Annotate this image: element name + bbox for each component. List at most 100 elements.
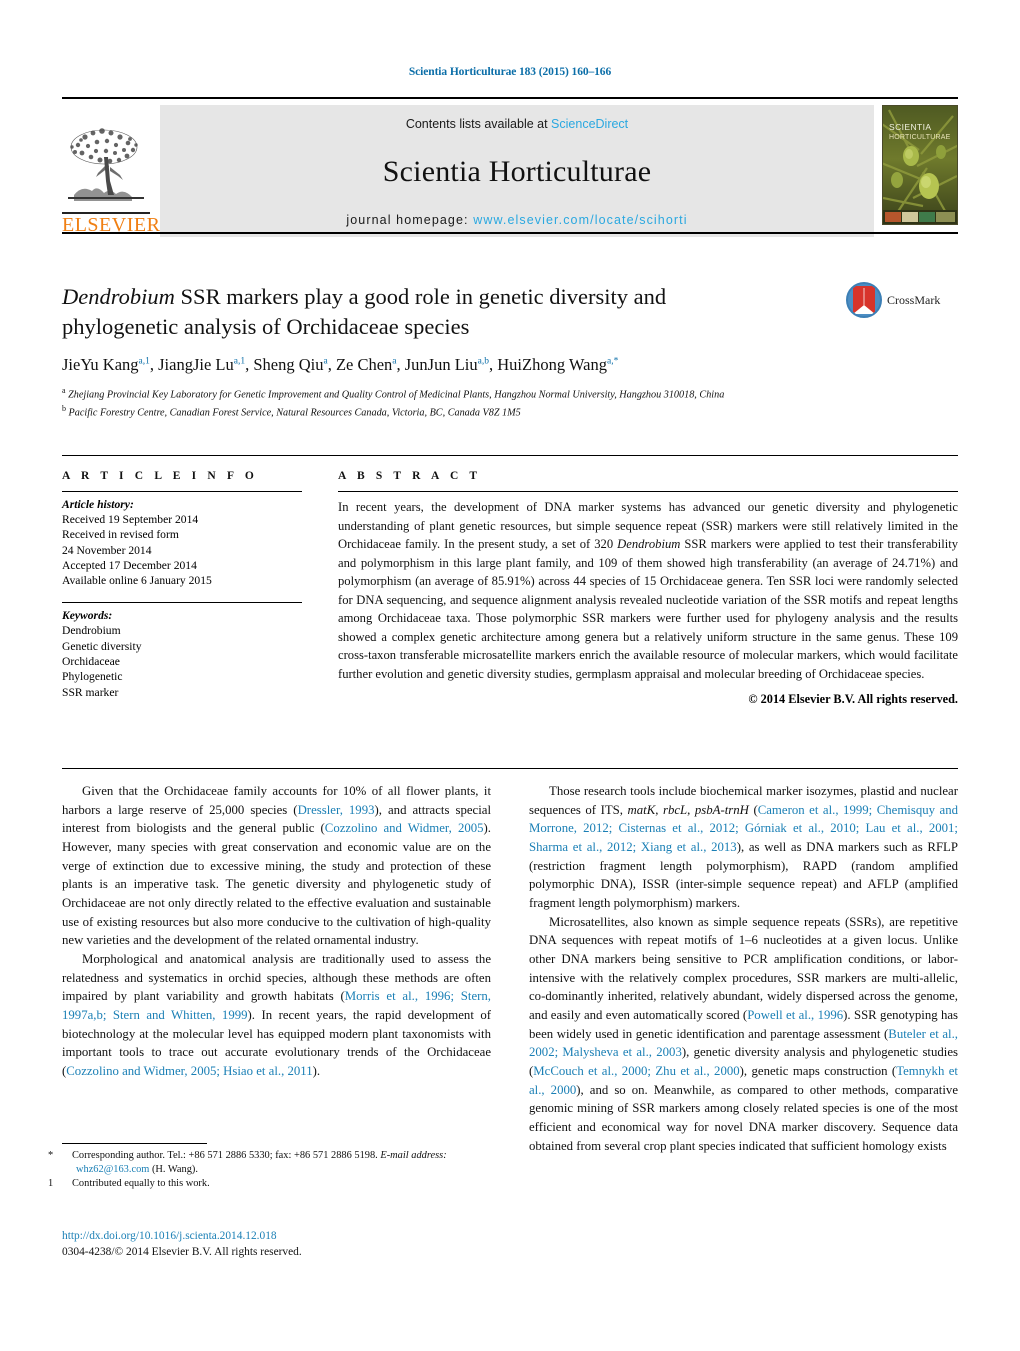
affiliation-a: a Zhejiang Provincial Key Laboratory for… [62, 385, 958, 403]
gene-name-italic: psbA-trnH [694, 802, 749, 817]
affiliations: a Zhejiang Provincial Key Laboratory for… [62, 385, 958, 421]
abstract-column: A B S T R A C T In recent years, the dev… [302, 470, 958, 707]
history-line: Available online 6 January 2015 [62, 574, 212, 588]
keywords-block: Keywords: Dendrobium Genetic diversity O… [62, 602, 302, 699]
body-text: , [655, 802, 663, 817]
crossmark-label: CrossMark [887, 292, 941, 307]
journal-title: Scientia Horticulturae [382, 155, 652, 188]
author-name: HuiZhong Wang [497, 355, 607, 375]
body-text: , [687, 802, 695, 817]
journal-masthead: ELSEVIER Contents lists available at Sci… [62, 97, 958, 237]
author-list: JieYu Kanga,1, JiangJie Lua,1, Sheng Qiu… [62, 355, 619, 375]
affiliation-mark: a [62, 385, 66, 395]
body-text: ). However, many species with great cons… [62, 821, 492, 948]
citation-link[interactable]: Cozzolino and Widmer, 2005; Hsiao et al.… [66, 1064, 312, 1078]
citation-link[interactable]: Powell et al., 1996 [747, 1008, 843, 1022]
author-item: JieYu Kanga,1 [62, 355, 150, 374]
body-column-right: Those research tools include biochemical… [529, 782, 958, 1155]
body-column-left: Given that the Orchidaceae family accoun… [62, 782, 491, 1155]
abstract-italic-term: Dendrobium [617, 537, 681, 551]
author-marks: a,* [606, 356, 619, 367]
body-columns: Given that the Orchidaceae family accoun… [62, 782, 958, 1155]
title-genus-italic: Dendrobium [62, 284, 175, 309]
article-info-rule [62, 491, 302, 492]
homepage-url-link[interactable]: www.elsevier.com/locate/scihorti [473, 213, 687, 227]
author-marks: a,1 [233, 356, 246, 367]
masthead-bottom-rule [62, 232, 958, 234]
history-line: Accepted 17 December 2014 [62, 558, 197, 572]
history-line: 24 November 2014 [62, 543, 152, 557]
info-abstract-section: A R T I C L E I N F O Article history: R… [62, 470, 958, 707]
author-item: Sheng Qiua [253, 355, 327, 374]
author-name: Ze Chen [335, 355, 393, 375]
elsevier-tree-icon [68, 128, 144, 201]
contents-prefix: Contents lists available at [405, 117, 552, 131]
gene-name-italic: rbcL [662, 802, 688, 817]
footnote-mark: 1 [48, 1178, 54, 1190]
issn-copyright: 0304-4238/© 2014 Elsevier B.V. All right… [62, 1245, 302, 1258]
author-item: JiangJie Lua,1 [158, 355, 245, 374]
history-line: Received in revised form [62, 528, 179, 542]
crossmark-badge[interactable]: CrossMark [846, 282, 958, 318]
author-name: JunJun Liu [404, 355, 478, 375]
keyword-item: SSR marker [62, 685, 119, 699]
page-title: Dendrobium SSR markers play a good role … [62, 282, 762, 341]
article-info-column: A R T I C L E I N F O Article history: R… [62, 470, 302, 707]
body-text: ), genetic maps construction ( [739, 1064, 897, 1079]
citation-link[interactable]: McCouch et al., 2000; Zhu et al., 2000 [533, 1064, 739, 1078]
keywords-rule [62, 602, 302, 604]
journal-cover-image: SCIENTIA HORTICULTURAE [883, 106, 957, 224]
author-name: JieYu Kang [62, 355, 139, 375]
abstract-heading: A B S T R A C T [338, 470, 482, 482]
citation-link[interactable]: Dressler, 1993 [298, 803, 375, 817]
journal-cover-thumbnail: SCIENTIA HORTICULTURAE [882, 105, 958, 225]
author-marks: a,b [477, 356, 489, 367]
body-top-rule [62, 768, 958, 769]
journal-header-band: Contents lists available at ScienceDirec… [160, 105, 874, 237]
author-item: JunJun Liua,b [405, 355, 489, 374]
author-marks: a [323, 356, 328, 367]
cover-title-line1: SCIENTIA [889, 122, 931, 132]
elsevier-logo: ELSEVIER [62, 105, 160, 237]
footer-doi-block: http://dx.doi.org/10.1016/j.scienta.2014… [62, 1229, 491, 1261]
body-paragraph: Those research tools include biochemical… [529, 782, 958, 913]
title-block: Dendrobium SSR markers play a good role … [62, 282, 958, 421]
author-item: Ze Chena [336, 355, 397, 374]
homepage-prefix: journal homepage: [346, 213, 469, 227]
abstract-text: In recent years, the development of DNA … [338, 498, 958, 683]
body-text: ). [312, 1064, 321, 1079]
keyword-item: Orchidaceae [62, 655, 120, 669]
author-marks: a,1 [138, 356, 150, 367]
body-paragraph: Morphological and anatomical analysis ar… [62, 950, 491, 1081]
footnote-corresponding-author: * Corresponding author. Tel.: +86 571 288… [48, 1149, 491, 1177]
abstract-copyright: © 2014 Elsevier B.V. All rights reserved… [748, 692, 958, 706]
body-text: Microsatellites, also known as simple se… [529, 914, 958, 1023]
body-text: ( [748, 802, 758, 817]
body-paragraph: Given that the Orchidaceae family accoun… [62, 782, 491, 950]
journal-homepage-line: journal homepage: www.elsevier.com/locat… [346, 213, 687, 227]
running-head: Scientia Horticulturae 183 (2015) 160–16… [408, 66, 612, 78]
email-link[interactable]: whz62@163.com [76, 1164, 149, 1175]
footnote-text: Contributed equally to this work. [72, 1178, 210, 1190]
keyword-item: Dendrobium [62, 624, 121, 638]
article-history-label: Article history: [62, 498, 134, 511]
doi-link[interactable]: http://dx.doi.org/10.1016/j.scienta.2014… [62, 1229, 491, 1245]
author-name: JiangJie Lu [158, 355, 234, 375]
keyword-item: Genetic diversity [62, 639, 142, 653]
abstract-part2: SSR markers were applied to test their t… [338, 537, 958, 681]
footnotes: * Corresponding author. Tel.: +86 571 288… [48, 1143, 491, 1191]
affiliation-b: b Pacific Forestry Centre, Canadian Fore… [62, 403, 958, 421]
gene-name-italic: matK [627, 802, 656, 817]
keyword-item: Phylogenetic [62, 670, 123, 684]
citation-link[interactable]: Cozzolino and Widmer, 2005 [325, 821, 484, 835]
article-info-heading: A R T I C L E I N F O [62, 470, 258, 482]
keywords-label: Keywords: [62, 609, 113, 623]
affiliation-mark: b [62, 403, 66, 413]
email-suffix: (H. Wang). [151, 1164, 198, 1176]
affiliation-text: Zhejiang Provincial Key Laboratory for G… [68, 389, 725, 401]
email-address-label: E-mail address: [380, 1150, 447, 1161]
contents-available-line: Contents lists available at ScienceDirec… [406, 117, 628, 131]
author-item: HuiZhong Wanga,* [497, 355, 618, 374]
sciencedirect-link[interactable]: ScienceDirect [551, 117, 628, 131]
author-marks: a [392, 356, 397, 367]
